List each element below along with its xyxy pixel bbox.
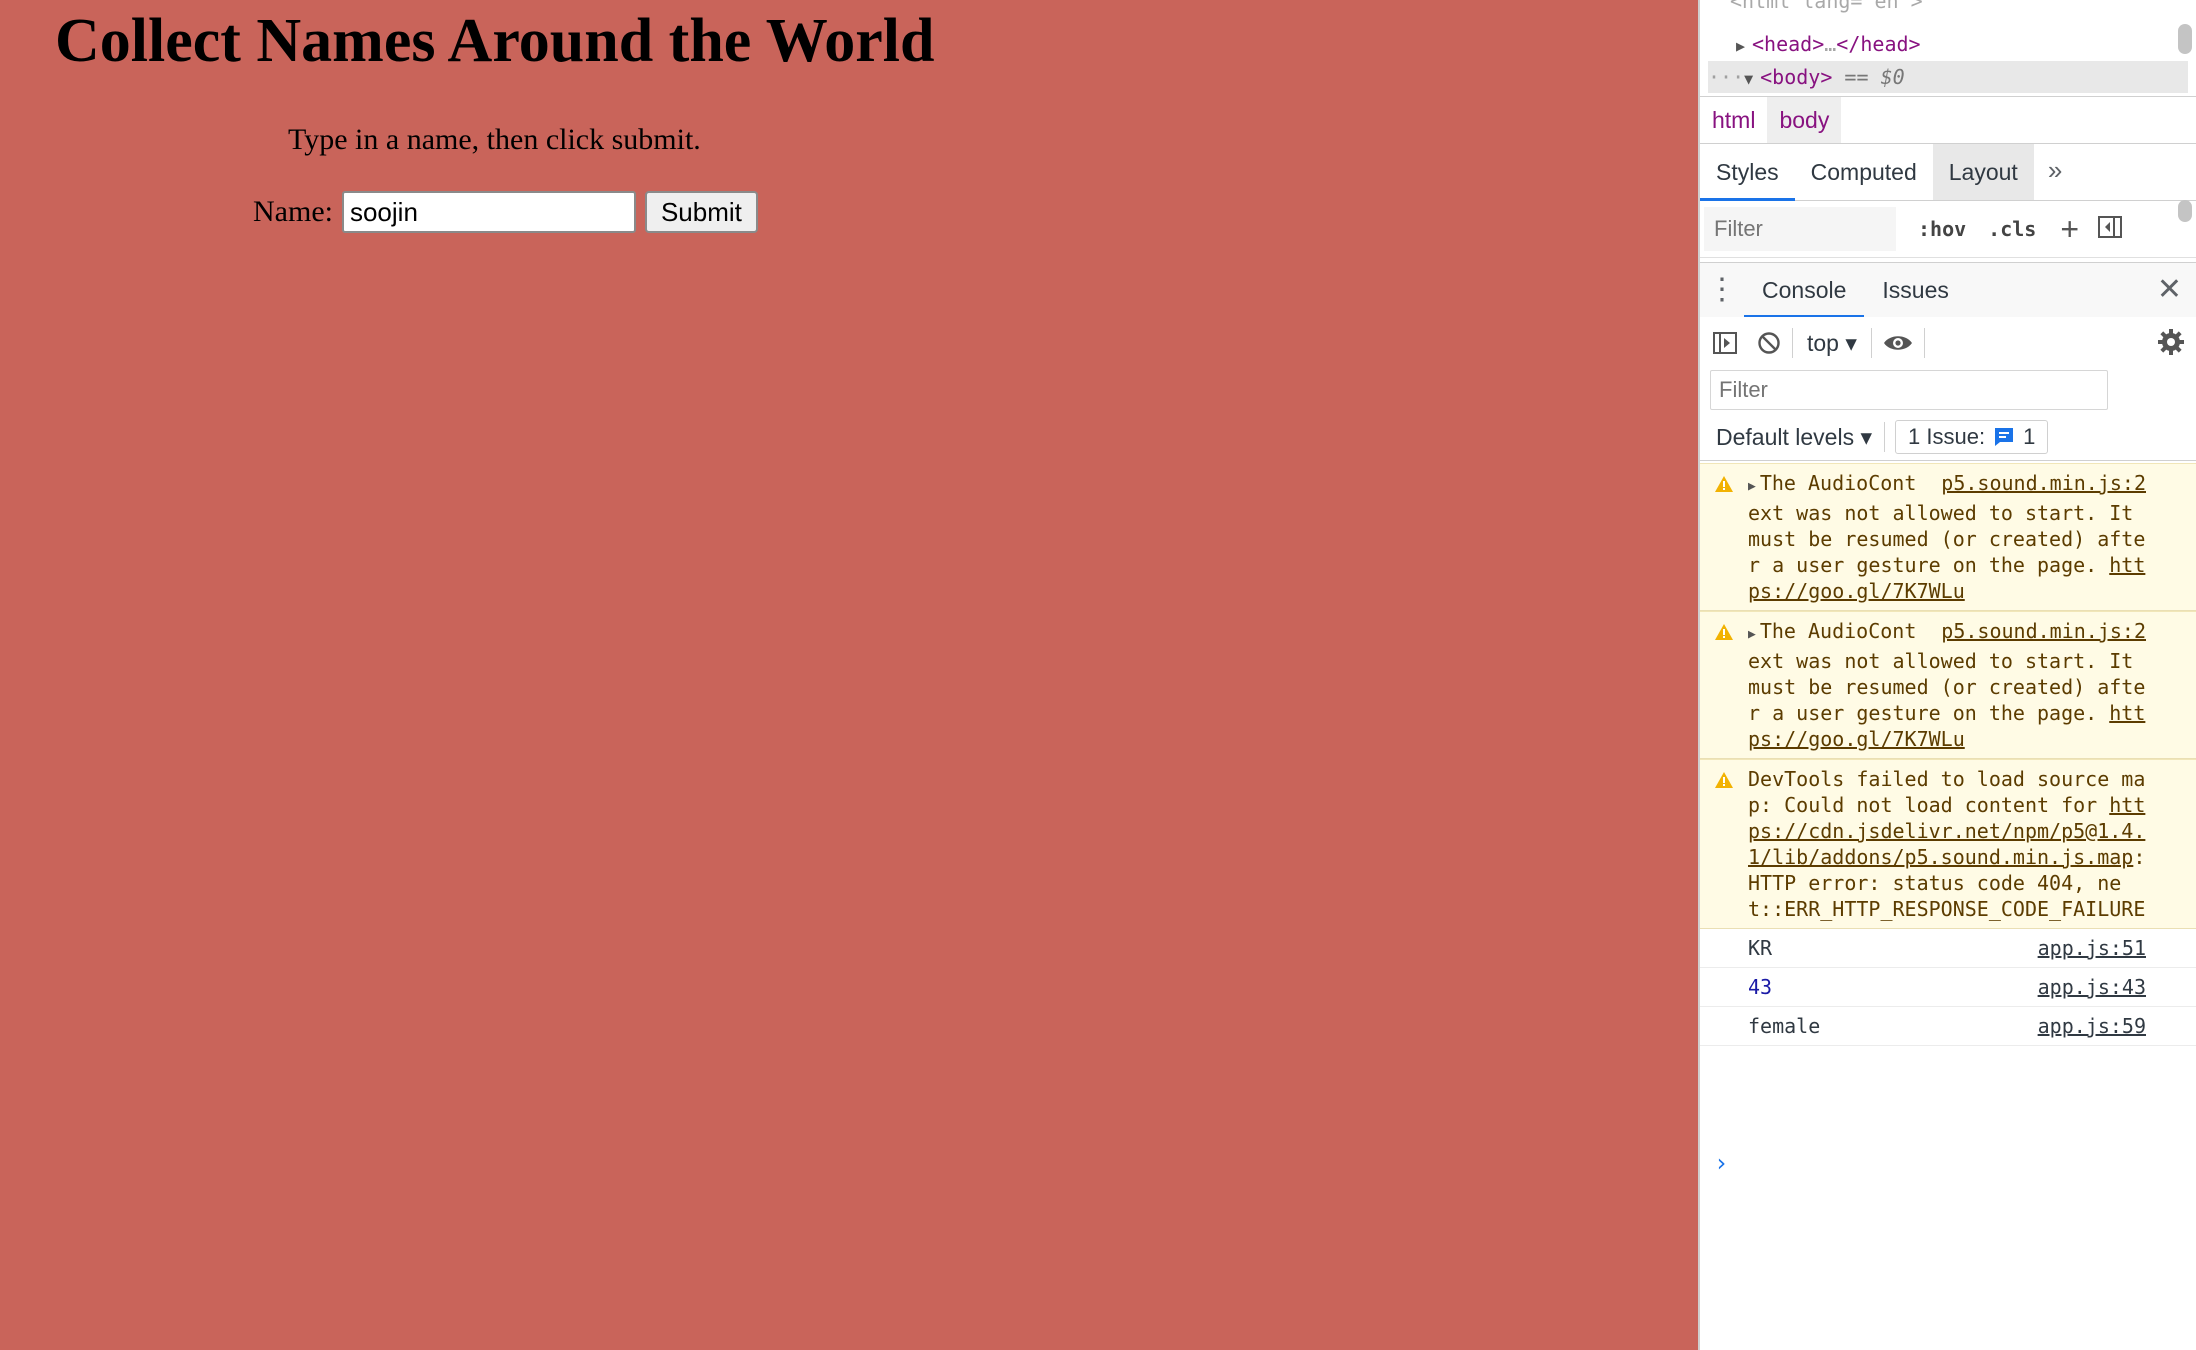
message-source-link[interactable]: p5.sound.min.js:2 xyxy=(1941,618,2146,644)
more-tabs-icon[interactable]: » xyxy=(2034,144,2076,200)
toolbar-separator xyxy=(1792,328,1793,358)
log-value: female xyxy=(1748,1014,1821,1038)
more-dots-icon[interactable]: ··· xyxy=(1708,65,1744,89)
styles-tabbar: Styles Computed Layout » xyxy=(1700,144,2196,201)
expand-triangle-icon[interactable]: ▶ xyxy=(1748,479,1756,494)
log-levels-value: Default levels xyxy=(1716,423,1855,450)
clear-console-icon[interactable] xyxy=(1756,330,1782,356)
breadcrumb-html[interactable]: html xyxy=(1700,97,1767,143)
name-form: Name: Submit xyxy=(253,190,758,234)
message-source-link[interactable]: app.js:51 xyxy=(2038,935,2146,961)
issues-count: 1 xyxy=(2023,424,2036,449)
drawer-tabbar: ⋮ Console Issues ✕ xyxy=(1700,262,2196,318)
submit-button[interactable]: Submit xyxy=(644,191,758,233)
collapse-triangle-icon[interactable]: ▼ xyxy=(1744,63,1760,95)
styles-scrollbar[interactable] xyxy=(2178,200,2192,222)
instructions-text: Type in a name, then click submit. xyxy=(288,123,701,156)
elements-scrollbar[interactable] xyxy=(2178,24,2192,54)
issues-badge[interactable]: 1 Issue: 1 xyxy=(1895,420,2049,454)
context-select[interactable]: top ▾ xyxy=(1807,330,1857,357)
console-message-warning[interactable]: p5.sound.min.js:2 ▶ The AudioContext was n… xyxy=(1700,463,2196,611)
issue-message-icon xyxy=(1995,428,2014,446)
styles-toolbar: :hov .cls + xyxy=(1700,201,2196,258)
console-message-log[interactable]: app.js:43 43 xyxy=(1700,968,2196,1007)
toolbar-separator xyxy=(1884,422,1886,452)
tree-node-body[interactable]: ···▼ <body> == $0 xyxy=(1708,61,2188,93)
name-input[interactable] xyxy=(341,191,636,233)
body-ref: $0 xyxy=(1880,65,1905,89)
html-tag-text: <html lang="en"> xyxy=(1730,0,1923,13)
tab-console[interactable]: Console xyxy=(1744,263,1865,318)
console-message-warning[interactable]: DevTools failed to load source map: Coul… xyxy=(1700,759,2196,929)
issues-label: 1 Issue: xyxy=(1908,424,1986,449)
expand-triangle-icon[interactable]: ▶ xyxy=(1748,627,1756,642)
devtools-panel: <html lang="en"> ▶ <head>…</head> ···▼ <bo… xyxy=(1698,0,2196,1350)
message-text: DevTools failed to load source map: Coul… xyxy=(1748,767,2146,817)
console-message-log[interactable]: app.js:51 KR xyxy=(1700,929,2196,968)
styles-filter-input[interactable] xyxy=(1704,207,1896,251)
page-viewport: Collect Names Around the World Type in a… xyxy=(0,0,1698,1350)
expand-triangle-icon[interactable]: ▶ xyxy=(1736,31,1752,61)
console-levels-row: Default levels ▾ 1 Issue: 1 xyxy=(1700,414,2196,461)
log-value: 43 xyxy=(1748,975,1773,999)
add-style-rule-icon[interactable]: + xyxy=(2060,213,2079,245)
toggle-sidebar-icon[interactable] xyxy=(2097,214,2123,245)
breadcrumb: html body xyxy=(1700,97,2196,144)
console-prompt[interactable]: › xyxy=(1714,1149,1728,1177)
warning-icon xyxy=(1714,473,1734,499)
message-source-link[interactable]: app.js:59 xyxy=(2038,1013,2146,1039)
close-icon[interactable]: ✕ xyxy=(2157,263,2182,317)
page-title: Collect Names Around the World xyxy=(55,7,935,75)
name-label: Name: xyxy=(253,195,333,228)
log-value: KR xyxy=(1748,936,1773,960)
toolbar-separator xyxy=(1923,328,1925,358)
warning-icon xyxy=(1714,769,1734,795)
live-expression-eye-icon[interactable] xyxy=(1882,332,1914,354)
toolbar-separator xyxy=(1870,328,1872,358)
message-source-link[interactable]: p5.sound.min.js:2 xyxy=(1941,470,2146,496)
tree-node-html[interactable]: <html lang="en"> xyxy=(1730,0,2196,16)
head-open-tag: <head> xyxy=(1752,32,1825,56)
console-message-log[interactable]: app.js:59 female xyxy=(1700,1007,2196,1046)
browser-window: Collect Names Around the World Type in a… xyxy=(0,0,2196,1350)
console-filter-input[interactable] xyxy=(1710,370,2108,410)
gear-icon[interactable] xyxy=(2156,327,2186,357)
body-open-tag: <body> xyxy=(1760,65,1833,89)
elements-tree: <html lang="en"> ▶ <head>…</head> ···▼ <bo… xyxy=(1700,0,2196,97)
cls-toggle[interactable]: .cls xyxy=(1988,217,2036,241)
tab-computed[interactable]: Computed xyxy=(1795,144,1933,200)
head-close-tag: </head> xyxy=(1836,32,1921,56)
head-ellipsis: … xyxy=(1824,32,1837,56)
drawer-menu-icon[interactable]: ⋮ xyxy=(1700,263,1744,317)
hov-toggle[interactable]: :hov xyxy=(1918,217,1966,241)
tab-layout[interactable]: Layout xyxy=(1932,144,2034,200)
console-toolbar: top ▾ xyxy=(1700,317,2196,369)
console-message-warning[interactable]: p5.sound.min.js:2 ▶ The AudioContext was n… xyxy=(1700,611,2196,759)
show-sidebar-icon[interactable] xyxy=(1712,330,1738,356)
console-messages: p5.sound.min.js:2 ▶ The AudioContext was n… xyxy=(1700,463,2196,1046)
tab-styles[interactable]: Styles xyxy=(1700,144,1795,201)
context-value: top xyxy=(1807,329,1839,356)
breadcrumb-body[interactable]: body xyxy=(1767,97,1842,143)
warning-icon xyxy=(1714,621,1734,647)
log-levels-select[interactable]: Default levels ▾ xyxy=(1716,424,1872,451)
tree-node-head[interactable]: ▶ <head>…</head> xyxy=(1736,29,2196,59)
message-source-link[interactable]: app.js:43 xyxy=(2038,974,2146,1000)
tab-issues[interactable]: Issues xyxy=(1864,263,1966,317)
body-eq: == xyxy=(1844,65,1869,89)
